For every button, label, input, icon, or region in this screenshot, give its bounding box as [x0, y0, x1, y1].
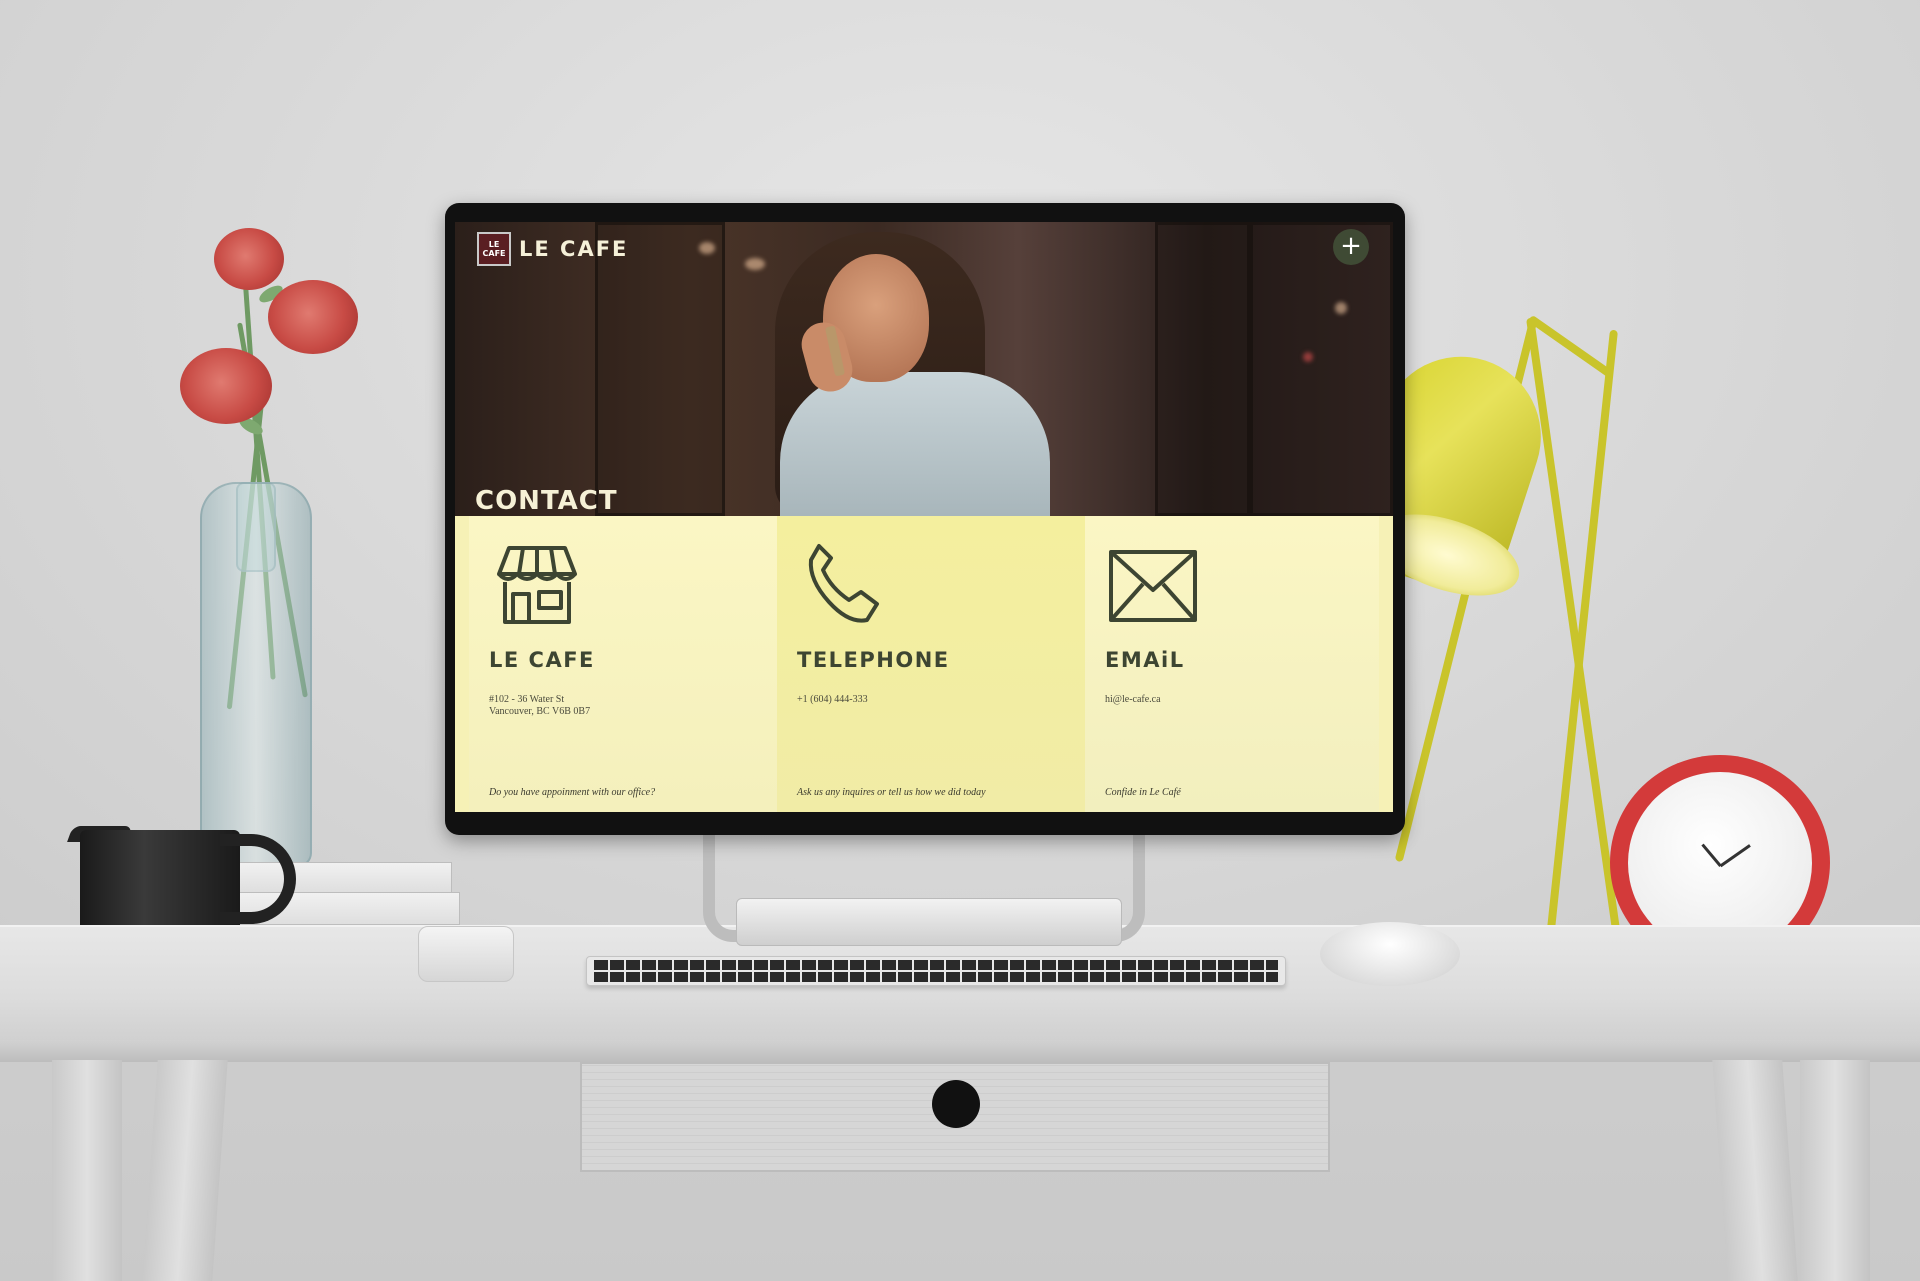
monitor-stand-base: [736, 898, 1122, 946]
page-title: CONTACT: [475, 486, 618, 516]
card-location-footer: Do you have appoinment with our office?: [489, 787, 656, 798]
card-email-title: EMAiL: [1105, 648, 1185, 672]
card-email-address[interactable]: hi@le-cafe.ca: [1105, 694, 1359, 706]
phone-icon: [808, 544, 879, 623]
website-screen: LE CAFE LE CAFE + CONTACT LE CAFE #102 -…: [455, 222, 1393, 812]
card-location-title: LE CAFE: [489, 648, 595, 672]
speaker-puck: [418, 926, 514, 982]
mouse[interactable]: [1320, 922, 1460, 986]
card-location-address: #102 - 36 Water St Vancouver, BC V6B 0B7: [489, 694, 757, 718]
card-telephone-title: TELEPHONE: [797, 648, 950, 672]
desk-leg-left-inner: [142, 1060, 228, 1281]
desk-leg-right: [1800, 1060, 1870, 1281]
logo-mark-line1: LE: [488, 240, 500, 249]
drawer-knob[interactable]: [932, 1080, 980, 1128]
card-email: EMAiL hi@le-cafe.ca Confide in Le Café: [1085, 516, 1379, 812]
site-logo[interactable]: LE CAFE LE CAFE: [477, 232, 628, 266]
storefront-icon: [497, 546, 577, 624]
address-line-2: Vancouver, BC V6B 0B7: [489, 706, 591, 717]
card-location: LE CAFE #102 - 36 Water St Vancouver, BC…: [469, 516, 777, 812]
menu-plus-button[interactable]: +: [1333, 229, 1369, 265]
mail-icon: [1109, 550, 1197, 622]
logo-mark-line2: CAFE: [482, 249, 506, 258]
logo-text: LE CAFE: [519, 237, 629, 261]
contact-cards: LE CAFE #102 - 36 Water St Vancouver, BC…: [469, 516, 1379, 812]
desk-leg-left: [52, 1060, 122, 1281]
address-line-1: #102 - 36 Water St: [489, 694, 565, 705]
card-telephone-footer: Ask us any inquires or tell us how we di…: [797, 787, 986, 798]
desk-edge: [0, 1040, 1920, 1062]
card-telephone-number[interactable]: +1 (604) 444-333: [797, 694, 1065, 706]
desk-leg-right-inner: [1712, 1060, 1798, 1281]
hero-banner: LE CAFE LE CAFE + CONTACT: [455, 222, 1393, 516]
card-telephone: TELEPHONE +1 (604) 444-333 Ask us any in…: [777, 516, 1085, 812]
logo-mark: LE CAFE: [477, 232, 511, 266]
card-email-footer: Confide in Le Café: [1105, 787, 1181, 798]
hero-person-shirt: [780, 372, 1050, 516]
